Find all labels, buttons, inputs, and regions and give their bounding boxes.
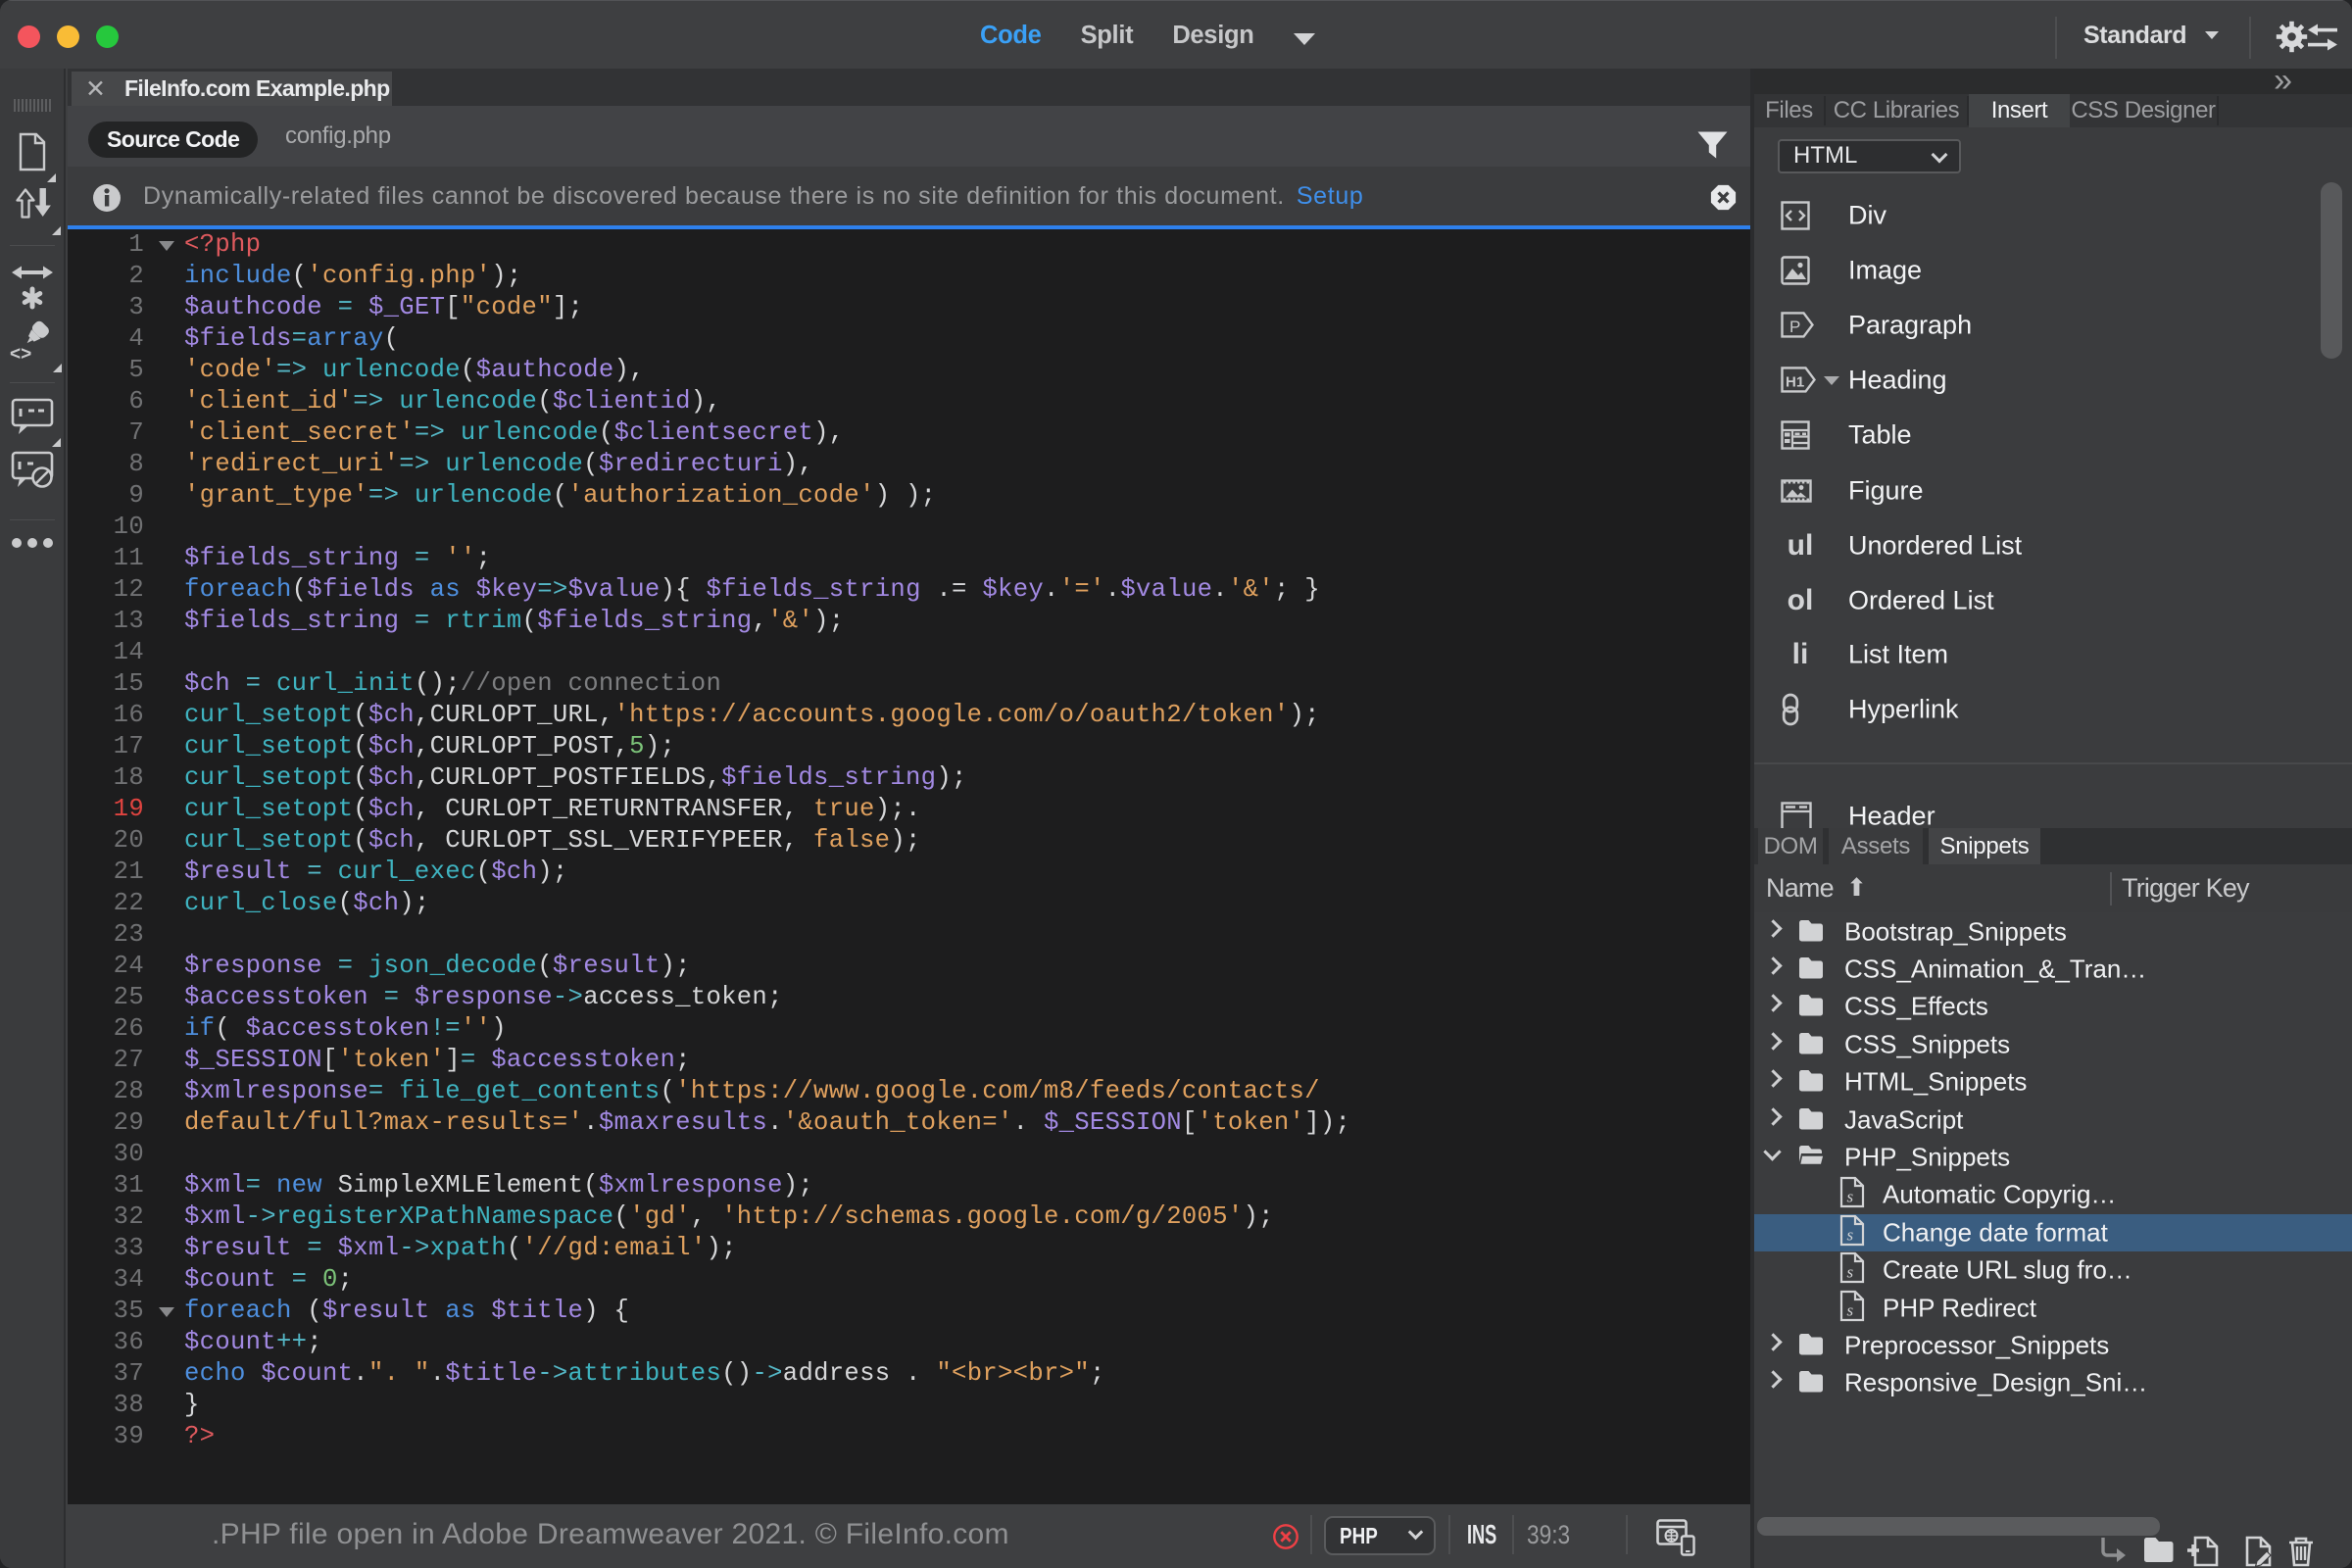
svg-text:s: s — [1847, 1300, 1854, 1319]
svg-text:H1: H1 — [1786, 374, 1804, 391]
svg-text:s: s — [1847, 1225, 1854, 1244]
svg-text:s: s — [1847, 1188, 1854, 1206]
svg-text:s: s — [1847, 1263, 1854, 1282]
svg-text:P: P — [1789, 318, 1800, 336]
svg-text:<>: <> — [10, 344, 31, 362]
